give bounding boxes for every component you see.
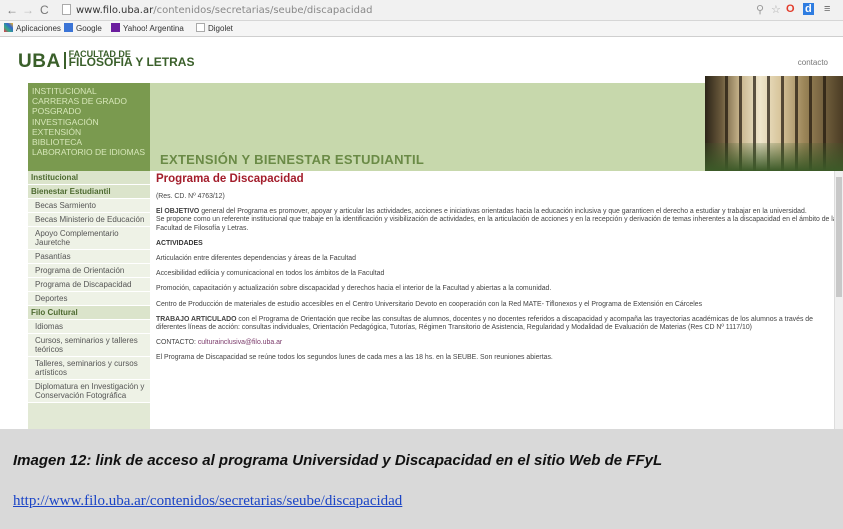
contact-link[interactable]: contacto — [798, 58, 828, 67]
objective-text: general del Programa es promover, apoyar… — [199, 208, 807, 216]
sidebar-item[interactable]: Becas Sarmiento — [28, 199, 150, 213]
site-logo[interactable]: UBA FACULTAD DE FILOSOFIA Y LETRAS — [18, 50, 194, 73]
browser-screenshot: ← → C www.filo.uba.ar/contenidos/secreta… — [0, 0, 843, 429]
main-menu-item[interactable]: POSGRADO — [32, 106, 146, 116]
extension-d-icon[interactable]: d — [803, 3, 814, 15]
main-content: Programa de Discapacidad (Res. CD. Nº 47… — [150, 171, 843, 429]
sidebar-item[interactable]: Idiomas — [28, 320, 150, 334]
sidebar-item[interactable]: Becas Ministerio de Educación — [28, 213, 150, 227]
objective-paragraph: El OBJETIVO general del Programa es prom… — [156, 208, 837, 216]
sidebar-section-heading[interactable]: Institucional — [28, 171, 150, 185]
bookmark-label: Digolet — [208, 24, 233, 33]
joint-work-lead: TRABAJO ARTICULADO — [156, 315, 237, 323]
activity-item: Centro de Producción de materiales de es… — [156, 300, 703, 308]
main-menu-item[interactable]: INSTITUCIONAL — [32, 86, 146, 96]
url-field[interactable]: www.filo.uba.ar/contenidos/secretarias/s… — [62, 2, 752, 19]
sidebar-item[interactable]: Cursos, seminarios y talleres teóricos — [28, 334, 150, 357]
proposal-paragraph: Se propone como un referente institucion… — [156, 216, 837, 232]
banner-title: EXTENSIÓN Y BIENESTAR ESTUDIANTIL — [160, 152, 425, 167]
sidebar: Institucional Bienestar Estudiantil Becas … — [28, 171, 150, 429]
main-menu-item[interactable]: BIBLIOTECA — [32, 137, 146, 147]
address-bar: ← → C www.filo.uba.ar/contenidos/secreta… — [0, 0, 843, 21]
logo-uba: UBA — [18, 51, 61, 72]
bookmark-star-icon[interactable]: ☆ — [771, 3, 781, 16]
google-icon — [64, 23, 73, 32]
figure-caption: Imagen 12: link de acceso al programa Un… — [13, 452, 663, 469]
meeting-paragraph: El Programa de Discapacidad se reúne tod… — [156, 354, 553, 362]
sidebar-item[interactable]: Deportes — [28, 292, 150, 306]
apps-grid-icon — [4, 23, 13, 32]
figure-link[interactable]: http://www.filo.uba.ar/contenidos/secret… — [13, 493, 402, 510]
joint-work-paragraph: TRABAJO ARTICULADO con el Programa de Or… — [156, 316, 837, 332]
yahoo-icon — [111, 23, 120, 32]
sidebar-item[interactable]: Programa de Discapacidad — [28, 278, 150, 292]
section-banner: EXTENSIÓN Y BIENESTAR ESTUDIANTIL — [150, 83, 705, 171]
activity-item: Accesibilidad edilicia y comunicacional … — [156, 270, 385, 278]
sidebar-item[interactable]: Diplomatura en Investigación y Conservac… — [28, 380, 150, 403]
contact-label: CONTACTO: — [156, 339, 198, 347]
logo-faculty-line2: FILOSOFIA Y LETRAS — [68, 55, 195, 69]
sidebar-item[interactable]: Apoyo Complementario Jauretche — [28, 227, 150, 250]
page-icon — [62, 4, 71, 15]
logo-faculty: FACULTAD DE FILOSOFIA Y LETRAS — [68, 50, 195, 69]
forward-arrow-icon[interactable]: → — [22, 3, 34, 17]
bookmark-yahoo[interactable]: Yahoo! Argentina — [111, 21, 184, 37]
url-path: /contenidos/secretarias/seube/discapacid… — [153, 5, 373, 16]
sidebar-section-heading[interactable]: Bienestar Estudiantil — [28, 185, 150, 199]
bookmark-apps[interactable]: Aplicaciones — [4, 21, 61, 37]
bookmark-label: Google — [76, 24, 102, 33]
main-menu-item[interactable]: INVESTIGACIÓN — [32, 117, 146, 127]
contact-email-link[interactable]: culturainclusiva@filo.uba.ar — [198, 339, 282, 346]
building-photo — [705, 76, 843, 171]
zoom-icon[interactable]: ⚲ — [756, 3, 764, 16]
reload-icon[interactable]: C — [40, 3, 49, 17]
vertical-scrollbar[interactable] — [834, 171, 843, 429]
page-icon — [196, 23, 205, 32]
joint-work-text: con el Programa de Orientación que recib… — [156, 315, 813, 332]
bookmark-google[interactable]: Google — [64, 21, 102, 37]
bookmark-label: Aplicaciones — [16, 24, 61, 33]
main-menu-item[interactable]: LABORATORIO DE IDIOMAS — [32, 147, 146, 157]
opera-extension-icon[interactable]: O — [786, 3, 795, 15]
sidebar-section-heading[interactable]: Filo Cultural — [28, 306, 150, 320]
activity-item: Promoción, capacitación y actualización … — [156, 285, 552, 293]
page-title: Programa de Discapacidad — [156, 173, 304, 185]
scrollbar-thumb[interactable] — [836, 177, 842, 297]
sidebar-item[interactable]: Pasantías — [28, 250, 150, 264]
sidebar-item[interactable]: Programa de Orientación — [28, 264, 150, 278]
logo-divider — [63, 52, 66, 69]
menu-icon[interactable]: ≡ — [824, 3, 830, 15]
contact-paragraph: CONTACTO: culturainclusiva@filo.uba.ar — [156, 339, 837, 347]
objective-lead: El OBJETIVO — [156, 208, 200, 216]
sidebar-item[interactable]: Talleres, seminarios y cursos artísticos — [28, 357, 150, 380]
main-menu: INSTITUCIONAL CARRERAS DE GRADO POSGRADO IN… — [28, 83, 150, 171]
url-host: www.filo.uba.ar — [76, 5, 154, 16]
activities-heading: ACTIVIDADES — [156, 239, 203, 247]
bookmarks-bar: Aplicaciones Google Yahoo! Argentina Dig… — [0, 21, 843, 37]
main-menu-item[interactable]: EXTENSIÓN — [32, 127, 146, 137]
main-menu-item[interactable]: CARRERAS DE GRADO — [32, 96, 146, 106]
activity-item: Articulación entre diferentes dependenci… — [156, 255, 356, 263]
back-arrow-icon[interactable]: ← — [6, 3, 18, 17]
resolution-text: (Res. CD. Nº 4763/12) — [156, 193, 225, 200]
bookmark-digolet[interactable]: Digolet — [196, 21, 233, 37]
bookmark-label: Yahoo! Argentina — [123, 24, 184, 33]
